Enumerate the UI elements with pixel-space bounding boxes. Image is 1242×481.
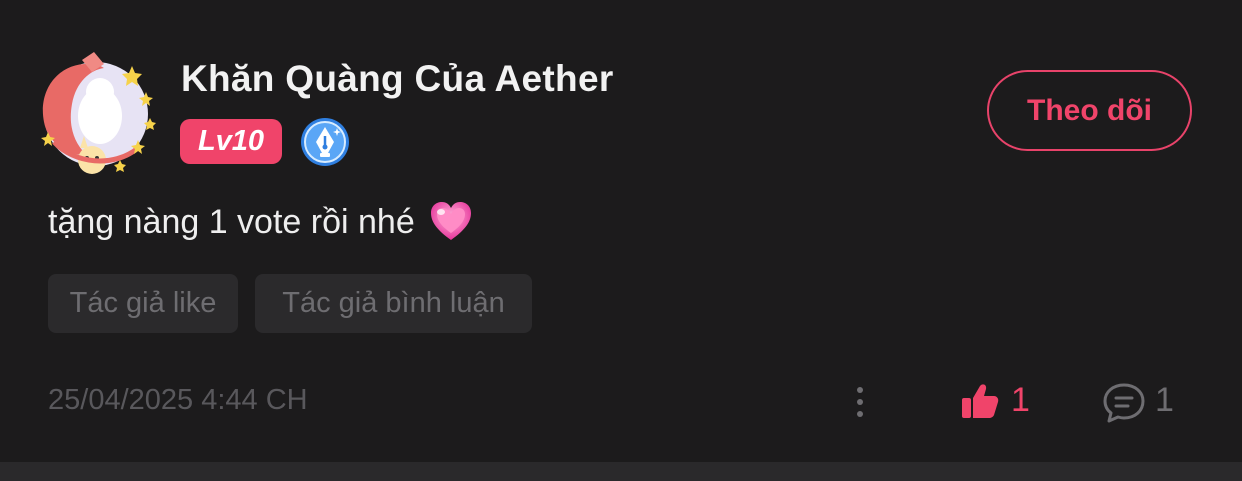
tag-author-reply: Tác giả bình luận	[255, 274, 532, 333]
avatar[interactable]	[34, 52, 158, 176]
comment-body: tặng nàng 1 vote rồi nhé	[48, 202, 415, 241]
comment-bubble-icon[interactable]	[1101, 381, 1147, 425]
comment-text: tặng nàng 1 vote rồi nhé	[48, 200, 473, 244]
more-vertical-icon[interactable]	[850, 382, 870, 422]
like-count: 1	[1011, 381, 1030, 419]
bottom-divider	[0, 462, 1242, 481]
thumbs-up-icon[interactable]	[960, 382, 1000, 422]
reply-count: 1	[1155, 381, 1174, 419]
tag-author-like: Tác giả like	[48, 274, 238, 333]
pen-nib-badge-icon	[299, 116, 351, 168]
timestamp: 25/04/2025 4:44 CH	[48, 384, 308, 416]
comment-card: Khăn Quàng Của Aether Lv10 Theo dõi tặng…	[0, 0, 1242, 462]
follow-button[interactable]: Theo dõi	[987, 70, 1192, 151]
level-badge: Lv10	[180, 119, 282, 164]
username[interactable]: Khăn Quàng Của Aether	[181, 58, 614, 100]
heart-icon	[429, 200, 473, 244]
